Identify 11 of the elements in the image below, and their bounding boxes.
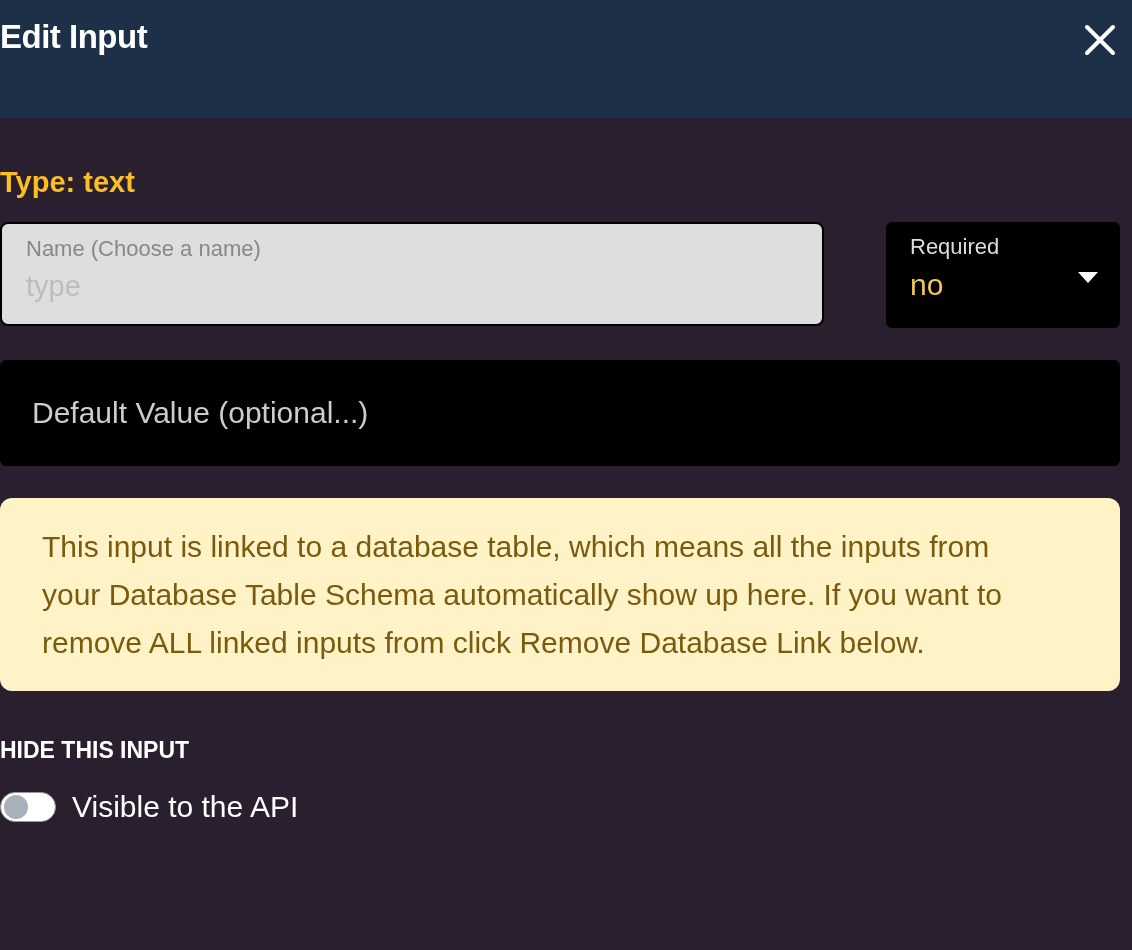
default-value-field[interactable]: Default Value (optional...) xyxy=(0,360,1120,466)
close-icon xyxy=(1084,24,1116,56)
section-heading: HIDE THIS INPUT xyxy=(0,737,191,764)
caret-icon xyxy=(1078,272,1098,284)
type-label: Type: text xyxy=(0,166,136,200)
required-select[interactable]: Required no xyxy=(886,222,1120,328)
notice-message: This input is linked to a database table, which means all the inputs from your Database Table Schema automatically show up here. If you want to remove ALL linked inputs from click Remove Database Link below. xyxy=(0,498,1120,691)
toggle-switch[interactable] xyxy=(0,792,56,822)
dialog-title: Edit Input xyxy=(0,18,148,56)
toggle-label: Visible to the API xyxy=(72,790,299,824)
field-label: Name (Choose a name) xyxy=(26,236,262,262)
